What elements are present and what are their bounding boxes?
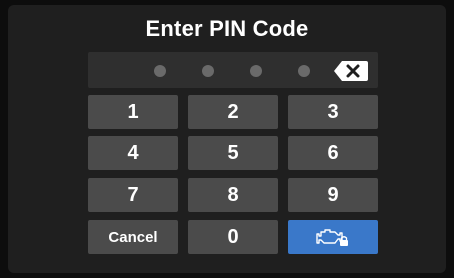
key-1[interactable]: 1 (88, 95, 178, 129)
pin-dot-3 (250, 65, 262, 77)
pin-dot-4 (298, 65, 310, 77)
backspace-icon (334, 61, 368, 81)
key-2[interactable]: 2 (188, 95, 278, 129)
key-9[interactable]: 9 (288, 178, 378, 212)
key-8[interactable]: 8 (188, 178, 278, 212)
pin-dot-2 (202, 65, 214, 77)
key-6[interactable]: 6 (288, 136, 378, 170)
pin-dot-1 (154, 65, 166, 77)
engine-lock-icon (316, 229, 348, 246)
engine-lock-button[interactable] (288, 220, 378, 254)
key-3[interactable]: 3 (288, 95, 378, 129)
key-5[interactable]: 5 (188, 136, 278, 170)
key-0[interactable]: 0 (188, 220, 278, 254)
cancel-button[interactable]: Cancel (88, 220, 178, 254)
backspace-button[interactable] (333, 60, 369, 82)
page-title: Enter PIN Code (145, 16, 309, 41)
key-4[interactable]: 4 (88, 136, 178, 170)
key-7[interactable]: 7 (88, 178, 178, 212)
